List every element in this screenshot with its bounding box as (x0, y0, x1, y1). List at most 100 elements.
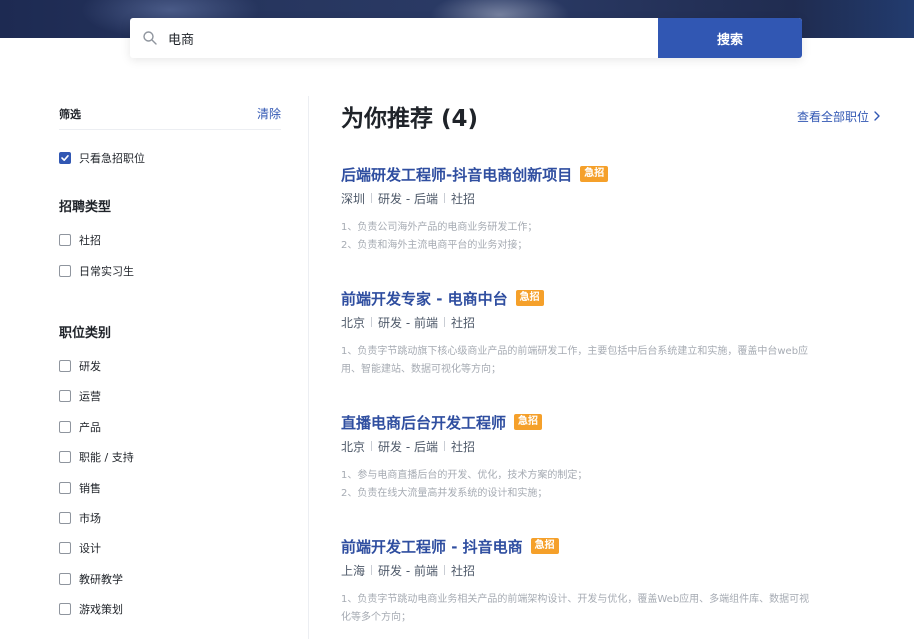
job-card[interactable]: 前端开发专家 - 电商中台 急招 北京 研发 - 前端 社招 1、负责字节跳动旗… (341, 287, 881, 379)
option-label: 运营 (79, 390, 101, 404)
job-city: 北京 (341, 439, 366, 454)
chevron-right-icon (873, 111, 881, 121)
recruit-type-option[interactable]: 社招 (59, 225, 281, 255)
view-all-label: 查看全部职位 (796, 109, 869, 124)
job-category-option[interactable]: 运营 (59, 381, 281, 411)
job-type: 社招 (450, 563, 475, 578)
job-category-option[interactable]: 市场 (59, 503, 281, 533)
checkbox[interactable] (59, 451, 71, 464)
job-category: 研发 - 后端 (378, 191, 438, 206)
recruit-type-option[interactable]: 日常实习生 (59, 255, 281, 285)
job-category-option[interactable]: 产品 (59, 412, 281, 442)
urgent-badge: 急招 (530, 538, 559, 554)
search-bar: 搜索 (130, 18, 802, 58)
checkbox[interactable] (59, 234, 71, 247)
desc-line: 化等多个方向； (341, 612, 411, 623)
checkbox[interactable] (59, 264, 71, 277)
desc-line: 1、负责字节跳动旗下核心级商业产品的前端研发工作，主要包括中后台系统建立和实施，… (341, 346, 809, 357)
checkbox[interactable] (59, 542, 71, 555)
job-card[interactable]: 直播电商后台开发工程师 急招 北京 研发 - 后端 社招 1、参与电商直播后台的… (341, 411, 881, 503)
job-title-row: 后端研发工程师-抖音电商创新项目 急招 (341, 163, 881, 185)
option-label: 教研教学 (79, 572, 123, 586)
hero-shade (794, 0, 914, 38)
search-input-wrap (130, 18, 658, 58)
desc-line: 用、智能建站、数据可视化等方向； (341, 364, 501, 375)
job-category-option[interactable]: 教研教学 (59, 564, 281, 594)
search-button[interactable]: 搜索 (658, 18, 802, 58)
page-title: 为你推荐 (4) (341, 106, 479, 132)
desc-line: 2、负责在线大流量高并发系统的设计和实施； (341, 488, 548, 499)
job-meta: 北京 研发 - 前端 社招 (341, 313, 881, 331)
desc-line: 1、参与电商直播后台的开发、优化，技术方案的制定； (341, 470, 588, 481)
desc-line: 2、负责和海外主流电商平台的业务对接； (341, 240, 528, 251)
option-label: 销售 (79, 481, 101, 495)
job-category-option[interactable]: 销售 (59, 472, 281, 502)
check-icon (61, 154, 69, 161)
option-label: 设计 (79, 542, 101, 556)
job-card[interactable]: 后端研发工程师-抖音电商创新项目 急招 深圳 研发 - 后端 社招 1、负责公司… (341, 163, 881, 255)
job-city: 北京 (341, 315, 366, 330)
urgent-only-option[interactable]: 只看急招职位 (59, 150, 281, 166)
meta-separator (371, 317, 373, 327)
job-description: 1、负责字节跳动旗下核心级商业产品的前端研发工作，主要包括中后台系统建立和实施，… (341, 343, 881, 379)
job-description: 1、参与电商直播后台的开发、优化，技术方案的制定； 2、负责在线大流量高并发系统… (341, 467, 881, 503)
checkbox[interactable] (59, 390, 71, 403)
option-label: 市场 (79, 511, 101, 525)
desc-line: 1、负责字节跳动电商业务相关产品的前端架构设计、开发与优化，覆盖Web应用、多端… (341, 594, 810, 605)
option-label: 产品 (79, 420, 101, 434)
job-city: 上海 (341, 563, 366, 578)
checkbox[interactable] (59, 603, 71, 616)
urgent-only-label: 只看急招职位 (79, 152, 145, 165)
option-label: 社招 (79, 234, 101, 248)
job-category-title: 职位类别 (59, 325, 112, 341)
job-card[interactable]: 前端开发工程师 - 抖音电商 急招 上海 研发 - 前端 社招 1、负责字节跳动… (341, 535, 881, 627)
filter-sidebar: 筛选 清除 只看急招职位 招聘类型 社招 日常实习生 职位类别 研发 运营 产品… (59, 98, 281, 624)
job-title-row: 前端开发专家 - 电商中台 急招 (341, 287, 881, 309)
view-all-jobs-link[interactable]: 查看全部职位 (797, 108, 881, 125)
checkbox[interactable] (59, 420, 71, 433)
job-category-option[interactable]: 研发 (59, 351, 281, 381)
filter-header: 筛选 清除 (59, 98, 281, 130)
urgent-badge: 急招 (514, 414, 543, 430)
job-type: 社招 (450, 191, 475, 206)
urgent-badge: 急招 (580, 166, 609, 182)
urgent-badge: 急招 (515, 290, 544, 306)
job-title[interactable]: 后端研发工程师-抖音电商创新项目 (341, 164, 572, 185)
checkbox[interactable] (59, 572, 71, 585)
job-type: 社招 (450, 439, 475, 454)
option-label: 游戏策划 (79, 603, 123, 617)
job-meta: 深圳 研发 - 后端 社招 (341, 189, 881, 207)
job-category: 研发 - 后端 (378, 439, 438, 454)
search-input[interactable] (168, 30, 588, 46)
meta-separator (443, 441, 445, 451)
vertical-divider (308, 96, 309, 639)
job-category-option[interactable]: 设计 (59, 533, 281, 563)
urgent-only-checkbox[interactable] (59, 152, 71, 164)
job-category-option[interactable]: 游戏策划 (59, 594, 281, 624)
job-meta: 北京 研发 - 后端 社招 (341, 437, 881, 455)
clear-filter-link[interactable]: 清除 (257, 105, 281, 122)
checkbox[interactable] (59, 359, 71, 372)
option-label: 职能 / 支持 (79, 451, 134, 465)
desc-line: 1、负责公司海外产品的电商业务研发工作； (341, 222, 538, 233)
recruit-type-title: 招聘类型 (59, 200, 112, 215)
job-title[interactable]: 前端开发专家 - 电商中台 (341, 288, 508, 309)
main-header: 为你推荐 (4) 查看全部职位 (341, 98, 881, 134)
job-title-row: 前端开发工程师 - 抖音电商 急招 (341, 535, 881, 557)
meta-separator (443, 565, 445, 575)
job-title[interactable]: 前端开发工程师 - 抖音电商 (341, 536, 523, 557)
job-category: 研发 - 前端 (378, 315, 438, 330)
search-icon (142, 30, 158, 46)
checkbox[interactable] (59, 511, 71, 524)
job-description: 1、负责公司海外产品的电商业务研发工作； 2、负责和海外主流电商平台的业务对接； (341, 219, 881, 255)
meta-separator (443, 317, 445, 327)
recommendation-panel: 为你推荐 (4) 查看全部职位 后端研发工程师-抖音电商创新项目 急招 深圳 研… (341, 98, 881, 623)
job-type: 社招 (450, 315, 475, 330)
meta-separator (371, 193, 373, 203)
job-meta: 上海 研发 - 前端 社招 (341, 561, 881, 579)
checkbox[interactable] (59, 481, 71, 494)
job-title[interactable]: 直播电商后台开发工程师 (341, 412, 506, 433)
job-category-option[interactable]: 职能 / 支持 (59, 442, 281, 472)
meta-separator (371, 565, 373, 575)
filter-title: 筛选 (59, 107, 81, 121)
